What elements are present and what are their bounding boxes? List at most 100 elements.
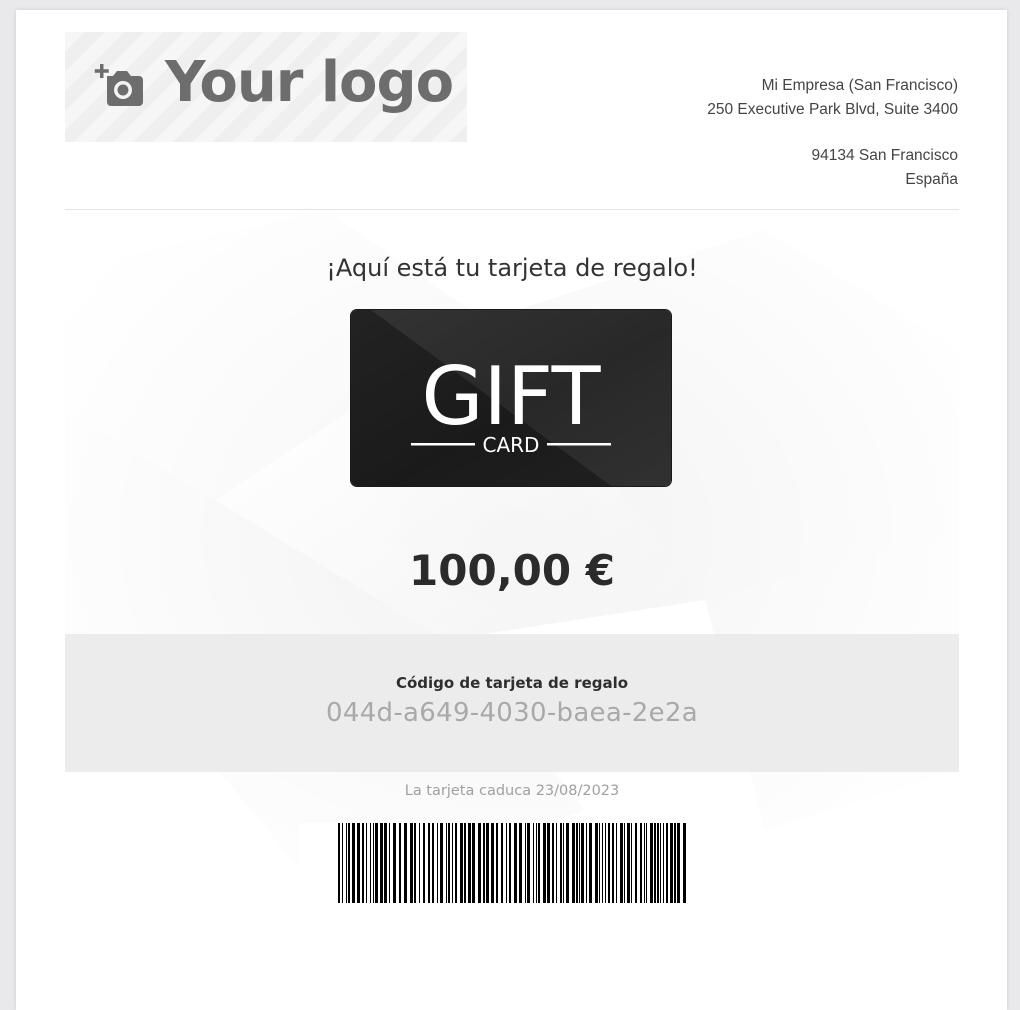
barcode-bar — [556, 823, 557, 903]
barcode-bar — [538, 823, 540, 903]
barcode-bar — [399, 823, 401, 903]
barcode-bar — [389, 823, 390, 903]
company-country: España — [905, 170, 958, 188]
barcode-bar — [635, 823, 637, 903]
barcode-bar — [620, 823, 623, 903]
barcode-bar — [506, 823, 507, 903]
expiry-date: La tarjeta caduca 23/08/2023 — [404, 783, 620, 799]
barcode-bar — [472, 823, 475, 903]
barcode-bar — [683, 823, 686, 903]
gift-card-amount: 100,00 € — [409, 546, 615, 595]
barcode-bar — [631, 823, 632, 903]
barcode-bar — [624, 823, 625, 903]
barcode-bar — [509, 823, 511, 903]
barcode-bar — [366, 823, 367, 903]
barcode-bar — [486, 823, 489, 903]
barcode-bar — [464, 823, 466, 903]
barcode-bar — [380, 823, 383, 903]
barcode-bar — [404, 823, 407, 903]
barcode-bar — [599, 823, 600, 903]
barcode-bar — [605, 823, 606, 903]
barcode-bar — [527, 823, 530, 903]
barcode-bar — [654, 823, 656, 903]
barcode-bar — [627, 823, 630, 903]
barcode-bar — [373, 823, 374, 903]
barcode-bar — [437, 823, 438, 903]
barcode-bar — [432, 823, 434, 903]
barcode-bar — [455, 823, 457, 903]
barcode-bar — [419, 823, 420, 903]
barcode-bar — [423, 823, 425, 903]
gift-card-document: Your logo Mi Empresa (San Francisco) 250… — [16, 10, 1007, 1010]
barcode-image — [338, 823, 686, 903]
barcode-bar — [663, 823, 664, 903]
barcode-bar — [646, 823, 647, 903]
barcode-bar — [357, 823, 360, 903]
barcode-bar — [483, 823, 485, 903]
barcode-bar — [375, 823, 378, 903]
barcode-bar — [608, 823, 610, 903]
barcode-bar — [446, 823, 447, 903]
barcode-bar — [612, 823, 614, 903]
barcode-bar — [536, 823, 537, 903]
barcode-bar — [342, 823, 343, 903]
barcode-bar — [452, 823, 453, 903]
barcode-bar — [572, 823, 575, 903]
barcode-bar — [589, 823, 592, 903]
barcode-bar — [552, 823, 554, 903]
barcode-bar — [670, 823, 673, 903]
barcode-bar — [657, 823, 659, 903]
barcode — [299, 823, 726, 910]
gift-card-sub-text: CARD — [483, 433, 540, 457]
company-name: Mi Empresa (San Francisco) — [761, 77, 958, 94]
gift-card-image: GIFT CARD — [351, 310, 671, 486]
barcode-bar — [460, 823, 463, 903]
barcode-bar — [595, 823, 598, 903]
barcode-bar — [586, 823, 587, 903]
barcode-bar — [519, 823, 522, 903]
barcode-bar — [616, 823, 617, 903]
barcode-bar — [370, 823, 371, 903]
barcode-bar — [514, 823, 517, 903]
barcode-bar — [644, 823, 645, 903]
barcode-bar — [393, 823, 396, 903]
barcode-bar — [560, 823, 562, 903]
barcode-bar — [660, 823, 661, 903]
logo-placeholder: Your logo — [65, 32, 467, 142]
page-title: ¡Aquí está tu tarjeta de regalo! — [326, 254, 698, 282]
barcode-bar — [440, 823, 443, 903]
barcode-bar — [491, 823, 494, 903]
barcode-bar — [650, 823, 653, 903]
barcode-bar — [410, 823, 413, 903]
code-label: Código de tarjeta de regalo — [395, 674, 629, 692]
barcode-bar — [543, 823, 546, 903]
barcode-bar — [384, 823, 387, 903]
barcode-bar — [563, 823, 564, 903]
company-city: 94134 San Francisco — [811, 147, 958, 164]
barcode-bar — [581, 823, 584, 903]
barcode-bar — [525, 823, 526, 903]
barcode-bar — [579, 823, 580, 903]
barcode-bar — [576, 823, 578, 903]
header-divider — [65, 209, 959, 210]
barcode-bar — [496, 823, 498, 903]
barcode-bar — [501, 823, 503, 903]
barcode-bar — [428, 823, 430, 903]
barcode-bar — [566, 823, 569, 903]
barcode-bar — [338, 823, 340, 903]
barcode-bar — [640, 823, 642, 903]
barcode-bar — [414, 823, 416, 903]
company-street: 250 Executive Park Blvd, Suite 3400 — [707, 100, 958, 118]
add-photo-icon — [94, 64, 143, 106]
barcode-bar — [352, 823, 355, 903]
barcode-bar — [478, 823, 481, 903]
gift-card-code: 044d-a649-4030-baea-2e2a — [326, 698, 698, 728]
barcode-bar — [674, 823, 676, 903]
code-section: Código de tarjeta de regalo 044d-a649-40… — [65, 634, 959, 772]
barcode-bar — [348, 823, 350, 903]
barcode-bar — [547, 823, 550, 903]
barcode-bar — [346, 823, 347, 903]
company-address: Mi Empresa (San Francisco) 250 Executive… — [707, 74, 958, 191]
gift-card-main-text: GIFT — [421, 350, 601, 443]
barcode-bar — [666, 823, 668, 903]
